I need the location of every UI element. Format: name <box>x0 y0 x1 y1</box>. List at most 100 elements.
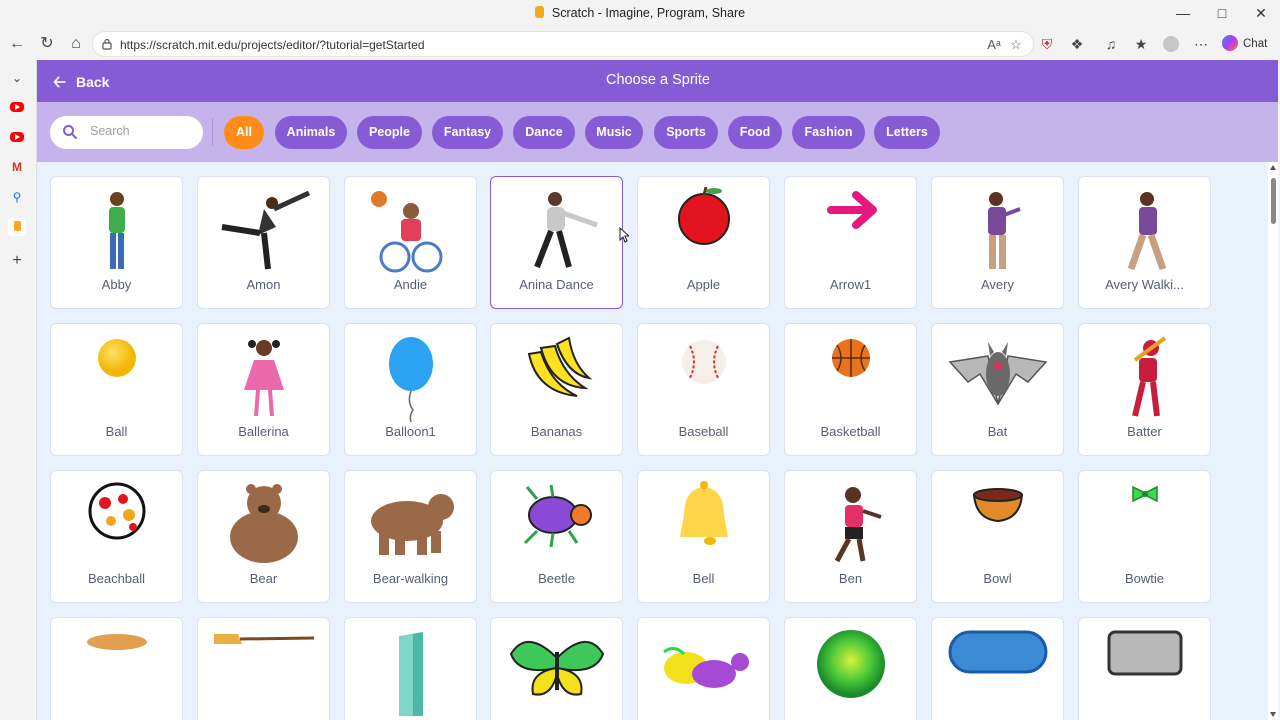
tag-fantasy[interactable]: Fantasy <box>432 116 503 149</box>
tag-animals[interactable]: Animals <box>275 116 347 149</box>
sprite-card-arrow1[interactable]: Arrow1 <box>784 176 917 309</box>
more-menu-icon[interactable]: ⋯ <box>1189 32 1213 56</box>
broom-sprite-image <box>214 634 314 644</box>
tag-all[interactable]: All <box>224 116 264 149</box>
tag-letters[interactable]: Letters <box>874 116 940 149</box>
amon-sprite-image <box>221 190 311 270</box>
close-icon[interactable]: ✕ <box>1242 0 1280 28</box>
sprite-card-beachball[interactable]: Beachball <box>50 470 183 603</box>
sprite-card-baseball[interactable]: Baseball <box>637 323 770 456</box>
profile-avatar-icon[interactable] <box>1159 32 1183 56</box>
sprite-card[interactable] <box>490 617 623 720</box>
avery-sprite-image <box>988 192 1021 269</box>
sprite-card-balloon1[interactable]: Balloon1 <box>344 323 477 456</box>
butterfly2-sprite-image <box>663 647 749 688</box>
sprite-card[interactable] <box>931 617 1064 720</box>
chevron-down-icon[interactable]: ⌄ <box>8 69 26 87</box>
sprite-card-bear-walking[interactable]: Bear-walking <box>344 470 477 603</box>
sprite-card[interactable] <box>637 617 770 720</box>
youtube-icon[interactable] <box>10 132 24 142</box>
ball-sprite-image <box>98 339 136 377</box>
sprite-card-bananas[interactable]: Bananas <box>490 323 623 456</box>
window-title-text: Scratch - Imagine, Program, Share <box>551 6 746 20</box>
butterfly-sprite-image <box>509 640 605 696</box>
search-input[interactable] <box>90 124 190 138</box>
scrollbar-thumb[interactable] <box>1271 178 1276 224</box>
scrollbar[interactable] <box>1268 162 1278 720</box>
scroll-up-icon[interactable] <box>1270 165 1276 170</box>
baseball-sprite-image <box>682 340 726 384</box>
ben-sprite-image <box>834 487 882 563</box>
sprite-name: Bowtie <box>1124 571 1165 586</box>
home-icon[interactable]: ⌂ <box>64 32 88 56</box>
sprite-card-bat[interactable]: Bat <box>931 323 1064 456</box>
sprite-card-andie[interactable]: Andie <box>344 176 477 309</box>
extensions-puzzle-icon[interactable]: ❖ <box>1065 32 1089 56</box>
tag-sports[interactable]: Sports <box>654 116 718 149</box>
sprite-card-bowtie[interactable]: Bowtie <box>1078 470 1211 603</box>
sprite-card-ball[interactable]: Ball <box>50 323 183 456</box>
favorite-star-icon[interactable]: ☆ <box>1007 36 1025 54</box>
address-bar[interactable]: https://scratch.mit.edu/projects/editor/… <box>92 31 1034 57</box>
window-titlebar: Scratch - Imagine, Program, Share — □ ✕ <box>0 0 1280 28</box>
sprite-card-bell[interactable]: Bell <box>637 470 770 603</box>
favorites-icon[interactable]: ★ <box>1129 32 1153 56</box>
refresh-icon[interactable]: ↻ <box>35 32 59 56</box>
extension-shield-icon[interactable]: ⛨ <box>1035 32 1059 56</box>
sprite-card-apple[interactable]: Apple <box>637 176 770 309</box>
sprite-name: Basketball <box>820 424 881 439</box>
beetle-sprite-image <box>523 484 592 548</box>
sprite-card[interactable] <box>197 617 330 720</box>
sprite-card-anina-dance[interactable]: Anina Dance <box>490 176 623 309</box>
scratch-tab-icon[interactable] <box>8 218 26 236</box>
filter-divider <box>212 118 213 146</box>
sprite-card-batter[interactable]: Batter <box>1078 323 1211 456</box>
tag-fashion[interactable]: Fashion <box>792 116 865 149</box>
andie-sprite-image <box>371 191 443 273</box>
sprite-card-ben[interactable]: Ben <box>784 470 917 603</box>
search-box[interactable] <box>50 116 203 149</box>
sprite-card-bear[interactable]: Bear <box>197 470 330 603</box>
sprite-card-beetle[interactable]: Beetle <box>490 470 623 603</box>
copilot-chat-button[interactable]: Chat <box>1222 31 1274 57</box>
tag-people[interactable]: People <box>357 116 422 149</box>
sprite-name: Balloon1 <box>385 424 436 439</box>
lock-icon <box>102 38 112 50</box>
library-header: 🡠 Back Choose a Sprite <box>37 60 1278 102</box>
sprite-card-ballerina[interactable]: Ballerina <box>197 323 330 456</box>
tag-dance[interactable]: Dance <box>513 116 575 149</box>
sprite-card-amon[interactable]: Amon <box>197 176 330 309</box>
minimize-icon[interactable]: — <box>1164 0 1202 28</box>
tag-music[interactable]: Music <box>585 116 643 149</box>
sprite-card-basketball[interactable]: Basketball <box>784 323 917 456</box>
sprite-card[interactable] <box>344 617 477 720</box>
search-icon <box>63 125 77 139</box>
sprite-name: Bell <box>692 571 715 586</box>
read-aloud-icon[interactable]: Aᵃ <box>985 36 1003 54</box>
scroll-down-icon[interactable] <box>1270 712 1276 717</box>
scratch-favicon-icon <box>534 6 544 18</box>
sprite-card-avery-walking[interactable]: Avery Walki... <box>1078 176 1211 309</box>
back-arrow-icon[interactable]: ← <box>5 32 29 56</box>
sprite-card-avery[interactable]: Avery <box>931 176 1064 309</box>
sprite-card[interactable] <box>50 617 183 720</box>
sprite-card-bowl[interactable]: Bowl <box>931 470 1064 603</box>
tag-food[interactable]: Food <box>728 116 782 149</box>
maximize-icon[interactable]: □ <box>1203 0 1241 28</box>
browser-essentials-icon[interactable]: ♫ <box>1099 32 1123 56</box>
bread-sprite-image <box>87 634 147 650</box>
sprite-library: 🡠Back Choose a Sprite All Animals People… <box>36 60 1278 720</box>
search-icon[interactable]: ⚲ <box>8 188 26 206</box>
add-icon[interactable]: + <box>8 252 26 270</box>
sprite-name: Ball <box>105 424 128 439</box>
basketball-sprite-image <box>832 339 870 377</box>
gmail-icon[interactable]: M <box>8 158 26 176</box>
sprite-card-abby[interactable]: Abby <box>50 176 183 309</box>
batter-sprite-image <box>1132 336 1167 417</box>
bananas-sprite-image <box>527 336 593 397</box>
ballerina-sprite-image <box>244 340 284 417</box>
sprite-card[interactable] <box>784 617 917 720</box>
youtube-icon[interactable] <box>10 102 24 112</box>
sprite-name: Baseball <box>678 424 729 439</box>
sprite-card[interactable] <box>1078 617 1211 720</box>
